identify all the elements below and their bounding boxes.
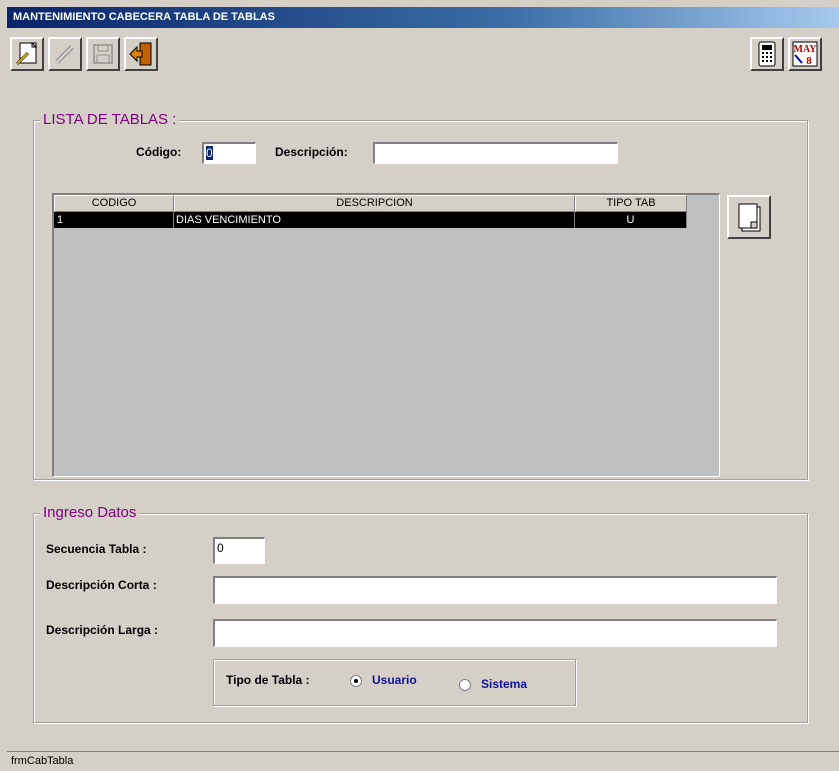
window-title-bar: MANTENIMIENTO CABECERA TABLA DE TABLAS: [7, 7, 839, 28]
report-button[interactable]: [727, 195, 771, 239]
lista-tablas-legend: LISTA DE TABLAS :: [40, 111, 180, 128]
sistema-radio[interactable]: [459, 679, 471, 691]
pencil-icon: [55, 45, 74, 64]
calendar-month: MAY: [794, 44, 818, 55]
ingreso-datos-legend: Ingreso Datos: [40, 504, 140, 521]
usuario-radio[interactable]: [350, 675, 362, 687]
report-document-icon: [738, 203, 761, 232]
descripcion-larga-label: Descripción Larga :: [46, 623, 159, 637]
calendar-icon: MAY 8: [792, 41, 818, 67]
descripcion-corta-input[interactable]: [213, 576, 777, 604]
grid-header-codigo[interactable]: CODIGO: [54, 195, 174, 212]
status-bar: frmCabTabla: [7, 751, 839, 771]
row-tipo-cell: U: [575, 212, 687, 228]
new-document-pencil-icon: [15, 42, 38, 66]
descripcion-corta-label: Descripción Corta :: [46, 578, 157, 592]
save-record-button[interactable]: [86, 37, 120, 71]
exit-door-icon: [129, 42, 152, 66]
descripcion-filter-input[interactable]: [373, 142, 618, 164]
edit-record-button[interactable]: [48, 37, 82, 71]
calendar-button[interactable]: MAY 8: [788, 37, 822, 71]
codigo-filter-value: 0: [206, 146, 213, 160]
exit-button[interactable]: [124, 37, 158, 71]
codigo-filter-input[interactable]: 0: [202, 142, 256, 164]
calendar-day: 8: [806, 55, 812, 67]
descripcion-label: Descripción:: [275, 145, 348, 159]
row-codigo-cell: 1: [54, 212, 174, 228]
descripcion-larga-input[interactable]: [213, 619, 777, 647]
new-record-button[interactable]: [10, 37, 44, 71]
secuencia-label: Secuencia Tabla :: [46, 542, 147, 556]
status-text: frmCabTabla: [11, 755, 74, 767]
tablas-grid[interactable]: CODIGO DESCRIPCION TIPO TAB 1 DIAS VENCI…: [52, 193, 720, 477]
secuencia-input[interactable]: 0: [213, 537, 265, 564]
calculator-button[interactable]: [750, 37, 784, 71]
floppy-disk-icon: [93, 44, 113, 64]
sistema-radio-label[interactable]: Sistema: [481, 677, 527, 691]
grid-header-descripcion[interactable]: DESCRIPCION: [174, 195, 575, 212]
tipo-tabla-label: Tipo de Tabla :: [226, 673, 310, 687]
codigo-label: Código:: [136, 145, 182, 159]
row-descripcion-cell: DIAS VENCIMIENTO: [174, 212, 575, 228]
window-title: MANTENIMIENTO CABECERA TABLA DE TABLAS: [13, 11, 275, 23]
calculator-icon: [758, 41, 776, 67]
grid-header-tipo[interactable]: TIPO TAB: [575, 195, 687, 212]
usuario-radio-label[interactable]: Usuario: [372, 673, 417, 687]
